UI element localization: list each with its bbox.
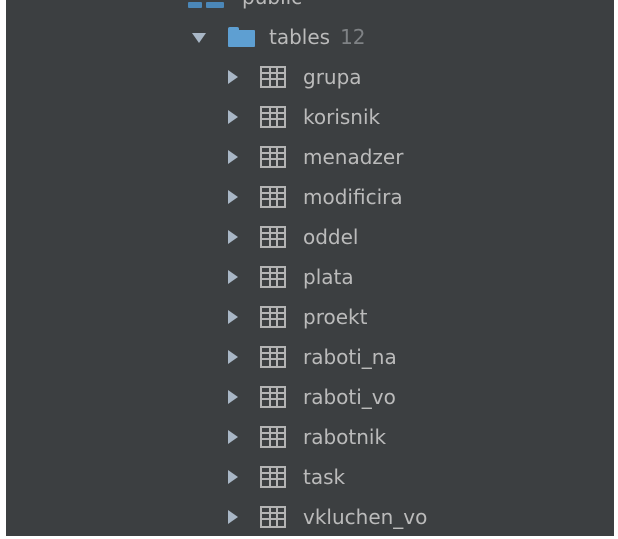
table-icon xyxy=(260,66,286,88)
tree-node-label: public xyxy=(242,0,302,9)
tree-node-table[interactable]: raboti_vo xyxy=(226,377,396,417)
expand-arrow-right-icon[interactable] xyxy=(226,470,240,484)
database-tree-panel: public tables 12 grupa korisnik menadzer… xyxy=(6,0,614,536)
table-name: raboti_na xyxy=(303,345,397,369)
folder-icon xyxy=(228,27,255,47)
tree-node-public[interactable]: public xyxy=(186,0,302,9)
table-name: raboti_vo xyxy=(303,385,396,409)
table-name: task xyxy=(303,465,346,489)
expand-arrow-right-icon[interactable] xyxy=(226,510,240,524)
table-icon xyxy=(260,186,286,208)
table-icon xyxy=(260,266,286,288)
table-name: grupa xyxy=(303,65,362,89)
expand-arrow-right-icon[interactable] xyxy=(226,70,240,84)
expand-arrow-right-icon[interactable] xyxy=(226,390,240,404)
table-icon xyxy=(260,426,286,448)
schema-icon xyxy=(186,0,226,8)
tree-node-table[interactable]: proekt xyxy=(226,297,367,337)
table-name: oddel xyxy=(303,225,359,249)
table-icon xyxy=(260,306,286,328)
tree-node-table[interactable]: plata xyxy=(226,257,354,297)
tree-node-table[interactable]: korisnik xyxy=(226,97,380,137)
tree-node-table[interactable]: oddel xyxy=(226,217,359,257)
expand-arrow-right-icon[interactable] xyxy=(226,230,240,244)
tree-node-table[interactable]: modificira xyxy=(226,177,403,217)
table-icon xyxy=(260,146,286,168)
tree-node-table[interactable]: grupa xyxy=(226,57,362,97)
expand-arrow-right-icon[interactable] xyxy=(226,190,240,204)
tree-node-tables-folder[interactable]: tables 12 xyxy=(192,17,366,57)
expand-arrow-right-icon[interactable] xyxy=(226,310,240,324)
table-icon xyxy=(260,346,286,368)
expand-arrow-down-icon[interactable] xyxy=(192,30,206,44)
table-icon xyxy=(260,386,286,408)
tree-node-label: tables xyxy=(269,25,331,49)
expand-arrow-right-icon[interactable] xyxy=(226,270,240,284)
expand-arrow-right-icon[interactable] xyxy=(226,350,240,364)
table-name: korisnik xyxy=(303,105,381,129)
table-name: vkluchen_vo xyxy=(303,505,428,529)
table-name: modificira xyxy=(303,185,403,209)
table-name: rabotnik xyxy=(303,425,387,449)
table-name: menadzer xyxy=(303,145,404,169)
tree-node-table[interactable]: vkluchen_vo xyxy=(226,497,427,536)
item-count: 12 xyxy=(340,25,366,49)
tree-node-table[interactable]: raboti_na xyxy=(226,337,397,377)
expand-arrow-right-icon[interactable] xyxy=(226,110,240,124)
tree-node-table[interactable]: rabotnik xyxy=(226,417,386,457)
table-icon xyxy=(260,466,286,488)
table-icon xyxy=(260,106,286,128)
tree-node-table[interactable]: menadzer xyxy=(226,137,403,177)
table-name: proekt xyxy=(303,305,368,329)
table-icon xyxy=(260,506,286,528)
expand-arrow-right-icon[interactable] xyxy=(226,430,240,444)
tree-node-table[interactable]: task xyxy=(226,457,345,497)
table-icon xyxy=(260,226,286,248)
table-name: plata xyxy=(303,265,354,289)
expand-arrow-right-icon[interactable] xyxy=(226,150,240,164)
